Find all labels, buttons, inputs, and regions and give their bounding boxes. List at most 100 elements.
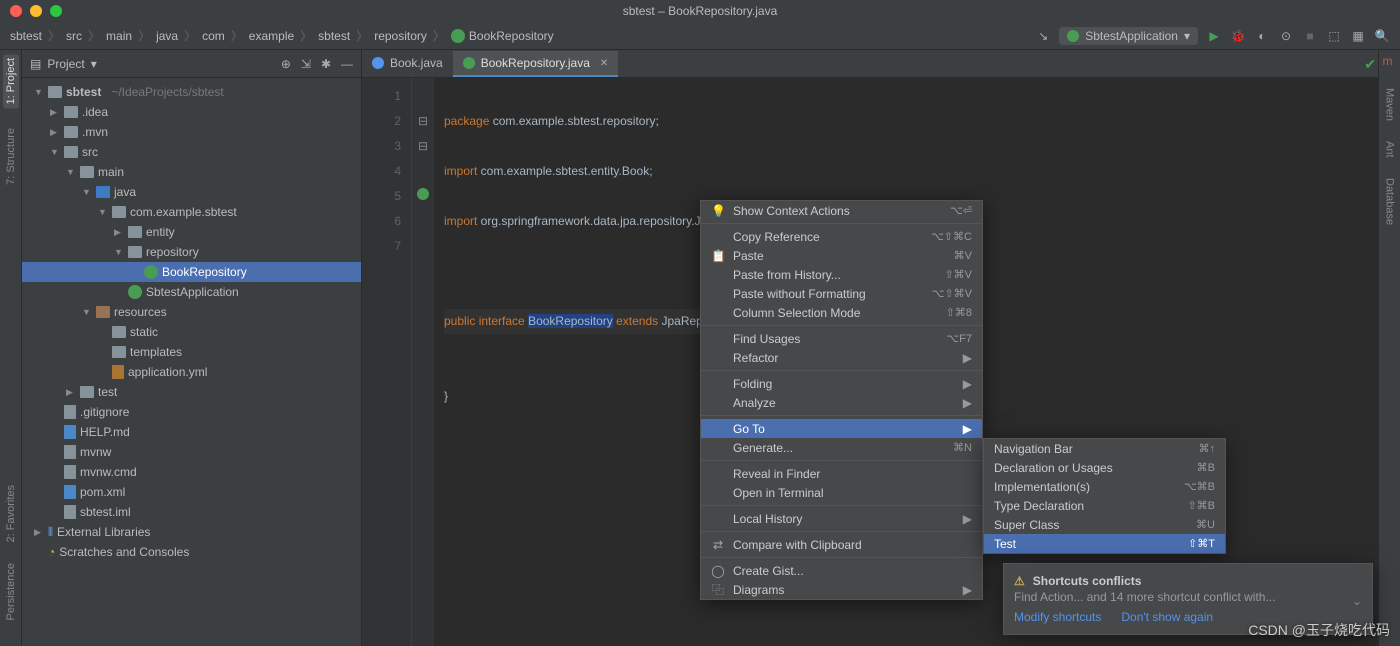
menu-refactor[interactable]: Refactor▶ bbox=[701, 348, 982, 367]
crumb[interactable]: com bbox=[202, 29, 225, 43]
dont-show-link[interactable]: Don't show again bbox=[1121, 610, 1213, 624]
tree-item[interactable]: .mvn bbox=[82, 125, 108, 139]
submenu-declaration[interactable]: Declaration or Usages⌘B bbox=[984, 458, 1225, 477]
menu-paste[interactable]: 📋Paste⌘V bbox=[701, 246, 982, 265]
menu-paste-plain[interactable]: Paste without Formatting⌥⇧⌘V bbox=[701, 284, 982, 303]
menu-analyze[interactable]: Analyze▶ bbox=[701, 393, 982, 412]
tree-item[interactable]: resources bbox=[114, 305, 167, 319]
crumb[interactable]: java bbox=[156, 29, 178, 43]
window-controls[interactable] bbox=[10, 5, 62, 17]
tree-item[interactable]: repository bbox=[146, 245, 199, 259]
crumb[interactable]: repository bbox=[374, 29, 427, 43]
package-icon bbox=[128, 246, 142, 258]
tree-item[interactable]: pom.xml bbox=[80, 485, 125, 499]
minimize-icon[interactable] bbox=[30, 5, 42, 17]
modify-shortcuts-link[interactable]: Modify shortcuts bbox=[1014, 610, 1101, 624]
tool-maven[interactable]: Maven bbox=[1384, 88, 1396, 121]
project-tree[interactable]: ▼sbtest~/IdeaProjects/sbtest ▶.idea ▶.mv… bbox=[22, 78, 361, 646]
build-icon[interactable]: ↘ bbox=[1035, 28, 1051, 44]
tool-persistence[interactable]: Persistence bbox=[5, 563, 17, 620]
implements-icon[interactable] bbox=[417, 188, 429, 200]
crumb-current[interactable]: BookRepository bbox=[451, 29, 554, 43]
menu-compare-clipboard[interactable]: ⇄Compare with Clipboard bbox=[701, 535, 982, 554]
debug-icon[interactable]: 🐞 bbox=[1230, 28, 1246, 44]
tool-structure[interactable]: 7: Structure bbox=[5, 128, 17, 185]
tree-item[interactable]: application.yml bbox=[128, 365, 207, 379]
context-menu[interactable]: 💡Show Context Actions⌥⏎ Copy Reference⌥⇧… bbox=[700, 200, 983, 600]
menu-folding[interactable]: Folding▶ bbox=[701, 374, 982, 393]
profile-icon[interactable]: ⊙ bbox=[1278, 28, 1294, 44]
menu-diagrams[interactable]: ⿻Diagrams▶ bbox=[701, 580, 982, 599]
tool-favorites[interactable]: 2: Favorites bbox=[5, 485, 17, 542]
maximize-icon[interactable] bbox=[50, 5, 62, 17]
menu-create-gist[interactable]: ◯Create Gist... bbox=[701, 561, 982, 580]
menu-local-history[interactable]: Local History▶ bbox=[701, 509, 982, 528]
tree-item[interactable]: test bbox=[98, 385, 117, 399]
tree-item[interactable]: mvnw bbox=[80, 445, 111, 459]
tree-item[interactable]: java bbox=[114, 185, 136, 199]
goto-submenu[interactable]: Navigation Bar⌘↑ Declaration or Usages⌘B… bbox=[983, 438, 1226, 554]
submenu-test[interactable]: Test⇧⌘T bbox=[984, 534, 1225, 553]
expand-all-icon[interactable]: ⇲ bbox=[301, 57, 311, 71]
select-open-file-icon[interactable]: ⊕ bbox=[281, 57, 291, 71]
menu-column-select[interactable]: Column Selection Mode⇧⌘8 bbox=[701, 303, 982, 322]
tree-item[interactable]: .gitignore bbox=[80, 405, 129, 419]
crumb[interactable]: main bbox=[106, 29, 132, 43]
path-hint: ~/IdeaProjects/sbtest bbox=[111, 85, 223, 99]
analysis-ok-icon[interactable]: ✔ bbox=[1364, 56, 1376, 73]
menu-go-to[interactable]: Go To▶ bbox=[701, 419, 982, 438]
run-icon[interactable]: ▶ bbox=[1206, 28, 1222, 44]
tree-item-selected[interactable]: BookRepository bbox=[22, 262, 361, 282]
submenu-type-declaration[interactable]: Type Declaration⇧⌘B bbox=[984, 496, 1225, 515]
tree-item[interactable]: mvnw.cmd bbox=[80, 465, 137, 479]
tree-item[interactable]: templates bbox=[130, 345, 182, 359]
chevron-down-icon[interactable]: ▾ bbox=[91, 57, 97, 71]
tool-database[interactable]: Database bbox=[1384, 178, 1396, 225]
submenu-nav-bar[interactable]: Navigation Bar⌘↑ bbox=[984, 439, 1225, 458]
chevron-down-icon[interactable]: ⌄ bbox=[1352, 594, 1362, 608]
tree-item[interactable]: SbtestApplication bbox=[146, 285, 239, 299]
hide-icon[interactable]: — bbox=[341, 57, 353, 71]
menu-open-terminal[interactable]: Open in Terminal bbox=[701, 483, 982, 502]
maven-icon[interactable]: m bbox=[1383, 54, 1397, 68]
tree-item[interactable]: External Libraries bbox=[57, 525, 150, 539]
window-title: sbtest – BookRepository.java bbox=[623, 4, 778, 18]
tool-ant[interactable]: Ant bbox=[1384, 141, 1396, 158]
breadcrumbs[interactable]: sbtest〉 src〉 main〉 java〉 com〉 example〉 s… bbox=[10, 27, 554, 44]
gear-icon[interactable]: ✱ bbox=[321, 57, 331, 71]
crumb[interactable]: sbtest bbox=[10, 29, 42, 43]
close-tab-icon[interactable]: ✕ bbox=[600, 58, 608, 69]
menu-show-context-actions[interactable]: 💡Show Context Actions⌥⏎ bbox=[701, 201, 982, 220]
tree-item[interactable]: Scratches and Consoles bbox=[59, 545, 189, 559]
editor-tab-book[interactable]: Book.java bbox=[362, 51, 453, 77]
crumb[interactable]: src bbox=[66, 29, 82, 43]
tree-item[interactable]: HELP.md bbox=[80, 425, 130, 439]
coverage-icon[interactable]: ◐ bbox=[1254, 28, 1270, 44]
menu-copy-reference[interactable]: Copy Reference⌥⇧⌘C bbox=[701, 227, 982, 246]
stop-icon[interactable]: ■ bbox=[1302, 28, 1318, 44]
tree-item[interactable]: .idea bbox=[82, 105, 108, 119]
tree-item[interactable]: static bbox=[130, 325, 158, 339]
close-icon[interactable] bbox=[10, 5, 22, 17]
menu-generate[interactable]: Generate...⌘N bbox=[701, 438, 982, 457]
menu-reveal-finder[interactable]: Reveal in Finder bbox=[701, 464, 982, 483]
crumb[interactable]: example bbox=[249, 29, 294, 43]
tree-root[interactable]: sbtest bbox=[66, 85, 101, 99]
menu-find-usages[interactable]: Find Usages⌥F7 bbox=[701, 329, 982, 348]
submenu-implementation[interactable]: Implementation(s)⌥⌘B bbox=[984, 477, 1225, 496]
run-config-select[interactable]: SbtestApplication ▾ bbox=[1059, 27, 1198, 45]
crumb[interactable]: sbtest bbox=[318, 29, 350, 43]
menu-paste-history[interactable]: Paste from History...⇧⌘V bbox=[701, 265, 982, 284]
editor-tab-bookrepo[interactable]: BookRepository.java✕ bbox=[453, 51, 619, 77]
tree-item[interactable]: com.example.sbtest bbox=[130, 205, 237, 219]
tree-item[interactable]: src bbox=[82, 145, 98, 159]
submenu-super-class[interactable]: Super Class⌘U bbox=[984, 515, 1225, 534]
tree-item[interactable]: sbtest.iml bbox=[80, 505, 131, 519]
tree-item[interactable]: entity bbox=[146, 225, 175, 239]
line-numbers: 1234567 bbox=[362, 78, 412, 646]
tool-project[interactable]: 1: Project bbox=[3, 54, 19, 108]
git-icon[interactable]: ⬚ bbox=[1326, 28, 1342, 44]
tool-icon[interactable]: ▦ bbox=[1350, 28, 1366, 44]
tree-item[interactable]: main bbox=[98, 165, 124, 179]
search-icon[interactable]: 🔍 bbox=[1374, 28, 1390, 44]
